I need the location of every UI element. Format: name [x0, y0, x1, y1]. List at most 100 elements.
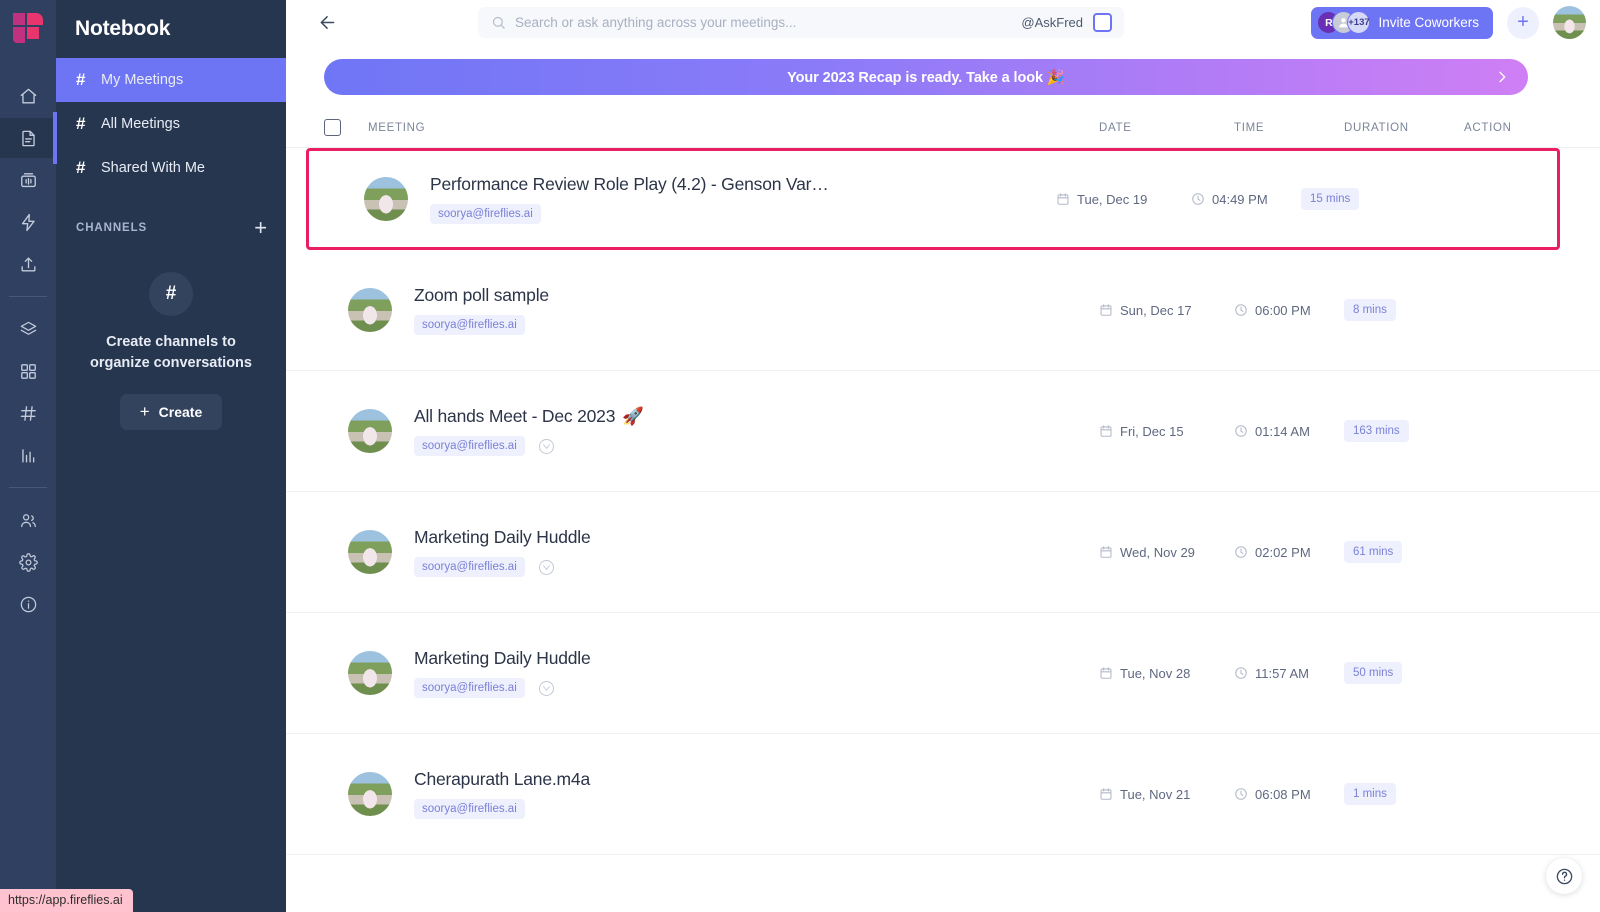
- recap-banner[interactable]: Your 2023 Recap is ready. Take a look 🎉: [324, 59, 1528, 95]
- date-value: Tue, Dec 19: [1077, 191, 1148, 207]
- rail-group-tertiary: [0, 500, 56, 626]
- meeting-info: Cherapurath Lane.m4a soorya@fireflies.ai: [414, 769, 590, 819]
- clock-icon: [1234, 787, 1248, 801]
- rail-item-help[interactable]: [0, 584, 56, 624]
- sidebar-item-label: My Meetings: [101, 72, 184, 88]
- sidebar-item-all-meetings[interactable]: # All Meetings: [56, 102, 286, 146]
- owner-email-badge: soorya@fireflies.ai: [414, 557, 525, 577]
- invite-coworkers-button[interactable]: R +137 Invite Coworkers: [1311, 6, 1493, 39]
- calendar-icon: [1056, 192, 1070, 206]
- date-cell: Tue, Dec 19: [1056, 192, 1191, 207]
- meeting-title-text: Cherapurath Lane.m4a: [414, 769, 590, 789]
- table-row[interactable]: Marketing Daily Huddle soorya@fireflies.a…: [286, 492, 1600, 613]
- rail-item-settings[interactable]: [0, 542, 56, 582]
- meeting-cell[interactable]: Performance Review Role Play (4.2) - Gen…: [344, 174, 1056, 224]
- meeting-info: Performance Review Role Play (4.2) - Gen…: [430, 174, 829, 224]
- meeting-title-text: All hands Meet - Dec 2023: [414, 406, 616, 426]
- column-header-time: TIME: [1234, 121, 1265, 134]
- table-row[interactable]: All hands Meet - Dec 2023 🚀 soorya@firefli…: [286, 371, 1600, 492]
- hash-icon: #: [76, 114, 86, 133]
- meeting-cell[interactable]: All hands Meet - Dec 2023 🚀 soorya@firefli…: [324, 406, 1099, 456]
- create-channel-button[interactable]: + Create: [119, 394, 223, 431]
- channels-empty-state: # Create channels to organize conversati…: [56, 254, 286, 431]
- table-row[interactable]: Zoom poll sample soorya@fireflies.ai Sun, …: [286, 250, 1600, 371]
- duration-badge: 50 mins: [1344, 662, 1403, 684]
- date-cell: Wed, Nov 29: [1099, 545, 1234, 560]
- rail-item-inbox[interactable]: [0, 160, 56, 200]
- meeting-info: Marketing Daily Huddle soorya@fireflies.a…: [414, 527, 591, 577]
- meeting-cell[interactable]: Zoom poll sample soorya@fireflies.ai: [324, 285, 1099, 335]
- search-bar[interactable]: @AskFred: [478, 7, 1124, 38]
- date-value: Sun, Dec 17: [1120, 302, 1192, 318]
- header-actions: R +137 Invite Coworkers +: [1311, 0, 1586, 45]
- time-value: 04:49 PM: [1212, 191, 1268, 207]
- app-logo[interactable]: [0, 0, 56, 56]
- table-row[interactable]: Marketing Daily Huddle soorya@fireflies.a…: [286, 613, 1600, 734]
- meeting-title: All hands Meet - Dec 2023 🚀: [414, 406, 644, 427]
- rail-group-primary: [0, 76, 57, 286]
- askfred-checkbox[interactable]: [1093, 13, 1112, 32]
- meeting-avatar: [348, 409, 392, 453]
- askfred-label: @AskFred: [1021, 15, 1083, 30]
- meeting-info: Zoom poll sample soorya@fireflies.ai: [414, 285, 549, 335]
- meeting-title-text: Marketing Daily Huddle: [414, 527, 591, 547]
- create-channel-label: Create: [158, 404, 203, 421]
- rail-item-upload[interactable]: [0, 244, 56, 284]
- time-value: 06:08 PM: [1255, 786, 1311, 802]
- time-value: 01:14 AM: [1255, 423, 1310, 439]
- rail-item-notebook[interactable]: [0, 112, 57, 164]
- duration-badge: 1 mins: [1344, 783, 1396, 805]
- avatar-image: [348, 651, 392, 695]
- hash-bubble-icon: #: [149, 272, 193, 316]
- meeting-avatar: [348, 772, 392, 816]
- user-avatar[interactable]: [1553, 6, 1586, 39]
- time-cell: 02:02 PM: [1234, 545, 1344, 560]
- arrow-left-icon: [320, 16, 334, 29]
- automation-icon: [19, 213, 38, 232]
- meeting-meta: soorya@fireflies.ai: [430, 204, 829, 224]
- channels-header-label: CHANNELS: [76, 222, 148, 234]
- meeting-meta: soorya@fireflies.ai: [414, 799, 590, 819]
- help-button[interactable]: [1546, 858, 1582, 894]
- meeting-title-text: Zoom poll sample: [414, 285, 549, 305]
- avatar-image: [348, 772, 392, 816]
- status-url: https://app.fireflies.ai: [0, 889, 133, 912]
- meeting-cell[interactable]: Marketing Daily Huddle soorya@fireflies.a…: [324, 648, 1099, 698]
- avatar-image: [348, 409, 392, 453]
- owner-email-badge: soorya@fireflies.ai: [414, 315, 525, 335]
- analytics-icon: [19, 446, 38, 465]
- add-button[interactable]: +: [1507, 6, 1539, 39]
- sidebar-title: Notebook: [75, 17, 171, 40]
- rail-item-apps[interactable]: [0, 351, 56, 391]
- meeting-avatar: [348, 651, 392, 695]
- table-row[interactable]: Cherapurath Lane.m4a soorya@fireflies.ai T…: [286, 734, 1600, 855]
- duration-cell: 163 mins: [1344, 420, 1464, 442]
- duration-cell: 8 mins: [1344, 299, 1464, 321]
- sidebar-item-my-meetings[interactable]: # My Meetings: [56, 58, 286, 102]
- main-content: @AskFred R +137 Invite Coworkers +: [286, 0, 1600, 912]
- hash-icon: #: [76, 158, 86, 177]
- rail-item-topic-tracker[interactable]: [0, 309, 56, 349]
- meeting-cell[interactable]: Cherapurath Lane.m4a soorya@fireflies.ai: [324, 769, 1099, 819]
- date-value: Wed, Nov 29: [1120, 544, 1195, 560]
- apps-icon: [19, 362, 38, 381]
- rail-item-automations[interactable]: [0, 202, 56, 242]
- sidebar-item-shared-with-me[interactable]: # Shared With Me: [56, 146, 286, 190]
- add-channel-button[interactable]: +: [254, 217, 268, 239]
- chevron-right-icon[interactable]: [1494, 69, 1510, 85]
- rail-item-home[interactable]: [0, 76, 56, 116]
- table-row-selected[interactable]: Performance Review Role Play (4.2) - Gen…: [306, 148, 1560, 250]
- calendar-icon: [1099, 545, 1113, 559]
- rail-item-channels[interactable]: [0, 393, 56, 433]
- rail-item-analytics[interactable]: [0, 435, 56, 475]
- select-all-checkbox[interactable]: [324, 119, 341, 136]
- back-button[interactable]: [314, 10, 340, 36]
- rail-divider-2: [9, 487, 47, 488]
- meeting-title: Cherapurath Lane.m4a: [414, 769, 590, 790]
- channels-header: CHANNELS +: [56, 202, 286, 254]
- hash-icon: #: [76, 70, 86, 89]
- meeting-cell[interactable]: Marketing Daily Huddle soorya@fireflies.a…: [324, 527, 1099, 577]
- search-input[interactable]: [515, 15, 1022, 30]
- column-header-date: DATE: [1099, 121, 1132, 134]
- rail-item-team[interactable]: [0, 500, 56, 540]
